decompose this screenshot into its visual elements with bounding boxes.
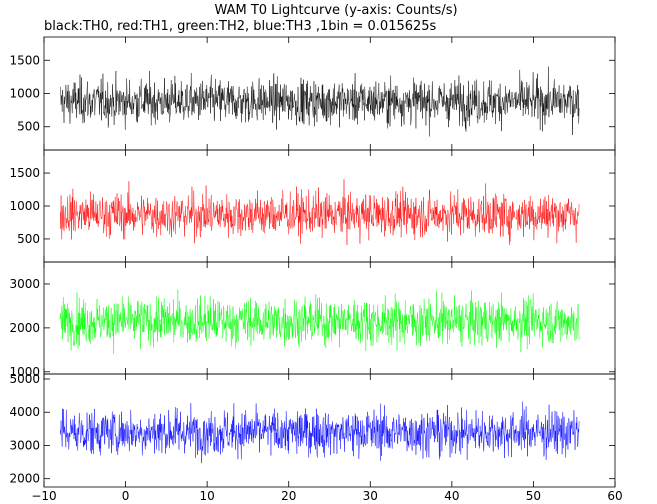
series-line-th3 <box>60 401 580 464</box>
y-tick-label: 4000 <box>9 405 40 419</box>
y-tick-label: 500 <box>17 120 40 134</box>
panel-th2: 100020003000 <box>9 261 616 379</box>
y-tick-label: 1000 <box>9 87 40 101</box>
y-tick-label: 3000 <box>9 438 40 452</box>
chart-subtitle: black:TH0, red:TH1, green:TH2, blue:TH3 … <box>44 19 437 34</box>
series-line-th1 <box>60 179 580 246</box>
lightcurve-chart: WAM T0 Lightcurve (y-axis: Counts/s) bla… <box>9 3 622 503</box>
panel-th0: 500 1000 1500 <box>9 36 616 151</box>
y-tick-label: 5000 <box>9 372 40 386</box>
panel-th3: 2000 3000 4000 5000 <box>9 372 616 488</box>
x-tick-label: 60 <box>607 489 622 503</box>
x-tick-label: 50 <box>526 489 541 503</box>
chart-title: WAM T0 Lightcurve (y-axis: Counts/s) <box>214 3 457 18</box>
x-tick-label: 20 <box>281 489 296 503</box>
chart-panels: 5001000150050010001500100020003000200030… <box>9 36 616 488</box>
y-tick-label: 1500 <box>9 166 40 180</box>
panel-th1: 500 1000 1500 <box>9 149 616 263</box>
x-tick-label: 10 <box>200 489 215 503</box>
y-tick-label: 1500 <box>9 53 40 67</box>
x-tick-label: 40 <box>444 489 459 503</box>
x-axis: −10 0 10 20 30 40 50 60 <box>31 489 622 503</box>
y-tick-label: 500 <box>17 232 40 246</box>
series-line-th0 <box>60 66 580 137</box>
x-tick-label: −10 <box>31 489 56 503</box>
y-tick-label: 3000 <box>9 277 40 291</box>
y-tick-label: 2000 <box>9 472 40 486</box>
y-tick-label: 1000 <box>9 199 40 213</box>
x-tick-label: 30 <box>363 489 378 503</box>
x-tick-label: 0 <box>122 489 130 503</box>
y-tick-label: 2000 <box>9 321 40 335</box>
series-line-th2 <box>60 289 580 355</box>
